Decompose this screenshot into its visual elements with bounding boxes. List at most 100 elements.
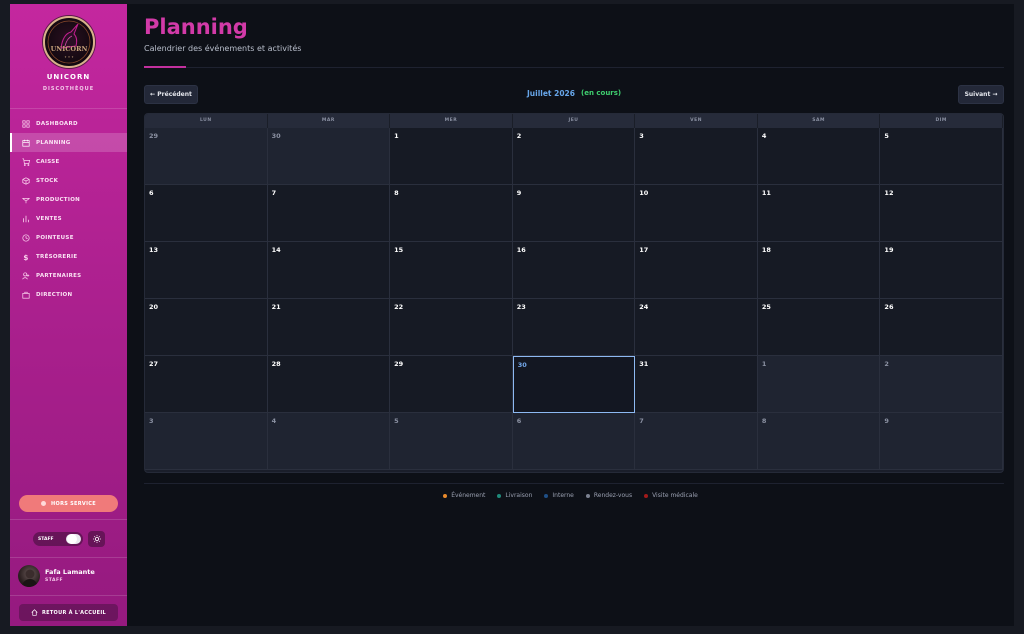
previous-month-button[interactable]: ← Précédent bbox=[144, 85, 198, 104]
calendar-grid: 29 30 1 2 3 4 5 6 7 8 9 10 11 12 13 14 15 16 17 18 19 20 21 22 2… bbox=[145, 128, 1003, 470]
calendar-day[interactable]: 18 bbox=[757, 242, 881, 299]
calendar-day[interactable]: 1 bbox=[390, 128, 513, 185]
calendar-day[interactable]: 27 bbox=[145, 356, 268, 413]
weekday-label: SAM bbox=[758, 114, 881, 128]
status-button[interactable]: HORS SERVICE bbox=[19, 495, 118, 512]
calendar-day[interactable]: 8 bbox=[757, 413, 881, 470]
clock-icon bbox=[21, 233, 30, 242]
calendar-day[interactable]: 9 bbox=[880, 413, 1003, 470]
legend-label: Événement bbox=[451, 492, 486, 499]
role-toggle[interactable]: STAFF bbox=[33, 532, 83, 546]
calendar-day[interactable]: 15 bbox=[390, 242, 513, 299]
calendar-day[interactable]: 6 bbox=[145, 185, 268, 242]
calendar-day[interactable]: 5 bbox=[880, 128, 1003, 185]
calendar-day[interactable]: 11 bbox=[757, 185, 881, 242]
day-number: 14 bbox=[271, 246, 281, 254]
calendar-day[interactable]: 4 bbox=[267, 413, 391, 470]
calendar-day[interactable]: 1 bbox=[757, 356, 881, 413]
legend-label: Interne bbox=[552, 492, 574, 499]
calendar-day[interactable]: 14 bbox=[267, 242, 391, 299]
sidebar-item-planning[interactable]: PLANNING bbox=[10, 133, 127, 152]
divider bbox=[10, 108, 127, 109]
calendar-day[interactable]: 30 bbox=[267, 128, 391, 185]
day-number: 19 bbox=[884, 246, 894, 254]
legend-item: Visite médicale bbox=[644, 492, 698, 499]
day-number: 23 bbox=[516, 303, 526, 311]
next-month-button[interactable]: Suivant → bbox=[958, 85, 1004, 104]
weekday-label: DIM bbox=[880, 114, 1003, 128]
sidebar-item-label: VENTES bbox=[36, 215, 62, 222]
sidebar-item-partenaires[interactable]: PARTENAIRES bbox=[10, 266, 127, 285]
calendar-day[interactable]: 28 bbox=[267, 356, 391, 413]
day-number: 3 bbox=[639, 132, 644, 140]
calendar-day[interactable]: 12 bbox=[880, 185, 1003, 242]
sidebar-item-production[interactable]: PRODUCTION bbox=[10, 190, 127, 209]
sidebar-item-caisse[interactable]: CAISSE bbox=[10, 152, 127, 171]
weekday-header: LUN MAR MER JEU VEN SAM DIM bbox=[145, 114, 1003, 128]
calendar-day[interactable]: 29 bbox=[145, 128, 268, 185]
calendar-day[interactable]: 8 bbox=[390, 185, 513, 242]
calendar-day[interactable]: 4 bbox=[757, 128, 881, 185]
calendar-day[interactable]: 3 bbox=[145, 413, 268, 470]
calendar-day[interactable]: 13 bbox=[145, 242, 268, 299]
legend: Événement Livraison Interne Rendez-vous Visi… bbox=[127, 492, 1014, 499]
day-number: 12 bbox=[884, 189, 894, 197]
sidebar-item-stock[interactable]: STOCK bbox=[10, 171, 127, 190]
cart-icon bbox=[21, 157, 30, 166]
weekday-label: VEN bbox=[635, 114, 758, 128]
sidebar-item-dashboard[interactable]: DASHBOARD bbox=[10, 114, 127, 133]
day-number: 29 bbox=[149, 132, 159, 140]
day-number: 9 bbox=[516, 189, 522, 197]
calendar-day[interactable]: 24 bbox=[635, 299, 758, 356]
legend-dot bbox=[644, 493, 649, 498]
legend-item: Événement bbox=[443, 492, 485, 499]
calendar-day[interactable]: 23 bbox=[512, 299, 636, 356]
calendar-day[interactable]: 7 bbox=[267, 185, 391, 242]
sidebar-item-label: STOCK bbox=[36, 177, 59, 184]
calendar-day[interactable]: 7 bbox=[635, 413, 758, 470]
calendar-day[interactable]: 2 bbox=[512, 128, 636, 185]
calendar-day[interactable]: 16 bbox=[512, 242, 636, 299]
calendar-day[interactable]: 17 bbox=[635, 242, 758, 299]
unicorn-logo[interactable]: UNICORN ✦ ✦ ✦ bbox=[43, 16, 95, 68]
calendar-day[interactable]: 6 bbox=[512, 413, 636, 470]
calendar-day[interactable]: 3 bbox=[635, 128, 758, 185]
calendar-day[interactable]: 29 bbox=[390, 356, 513, 413]
calendar-day[interactable]: 19 bbox=[880, 242, 1003, 299]
calendar-day[interactable]: 31 bbox=[635, 356, 758, 413]
sun-icon bbox=[92, 535, 101, 543]
sidebar-item-ventes[interactable]: VENTES bbox=[10, 209, 127, 228]
calendar-day[interactable]: 10 bbox=[635, 185, 758, 242]
sidebar-item-pointeuse[interactable]: POINTEUSE bbox=[10, 228, 127, 247]
day-number: 10 bbox=[639, 189, 649, 197]
calendar-day[interactable]: 25 bbox=[757, 299, 881, 356]
divider bbox=[10, 519, 127, 520]
calendar-day[interactable]: 26 bbox=[880, 299, 1003, 356]
day-number: 4 bbox=[761, 132, 767, 140]
home-button[interactable]: RETOUR À L'ACCUEIL bbox=[19, 604, 118, 621]
calendar-day[interactable]: 2 bbox=[880, 356, 1003, 413]
dollar-icon: $ bbox=[21, 252, 30, 261]
theme-toggle-button[interactable] bbox=[88, 531, 105, 547]
calendar-day[interactable]: 22 bbox=[390, 299, 513, 356]
calendar-day-today[interactable]: 30 bbox=[512, 356, 636, 413]
day-number: 6 bbox=[149, 189, 154, 197]
calendar-day[interactable]: 20 bbox=[145, 299, 268, 356]
sidebar-item-direction[interactable]: DIRECTION bbox=[10, 285, 127, 304]
day-number: 7 bbox=[271, 189, 277, 197]
svg-text:✦ ✦ ✦: ✦ ✦ ✦ bbox=[64, 55, 74, 59]
avatar[interactable] bbox=[18, 565, 40, 587]
day-number: 21 bbox=[271, 303, 281, 311]
day-number: 6 bbox=[516, 417, 522, 425]
calendar-day[interactable]: 21 bbox=[267, 299, 391, 356]
sidebar-item-tresorerie[interactable]: $ TRÉSORERIE bbox=[10, 247, 127, 266]
sidebar-item-label: PLANNING bbox=[36, 139, 71, 146]
month-label: Juillet 2026 bbox=[527, 89, 575, 98]
day-number: 1 bbox=[761, 360, 767, 368]
calendar-day[interactable]: 9 bbox=[512, 185, 636, 242]
day-number: 31 bbox=[639, 360, 649, 368]
briefcase-icon bbox=[21, 290, 30, 299]
day-number: 15 bbox=[394, 246, 404, 254]
calendar-day[interactable]: 5 bbox=[390, 413, 513, 470]
day-number: 22 bbox=[394, 303, 404, 311]
